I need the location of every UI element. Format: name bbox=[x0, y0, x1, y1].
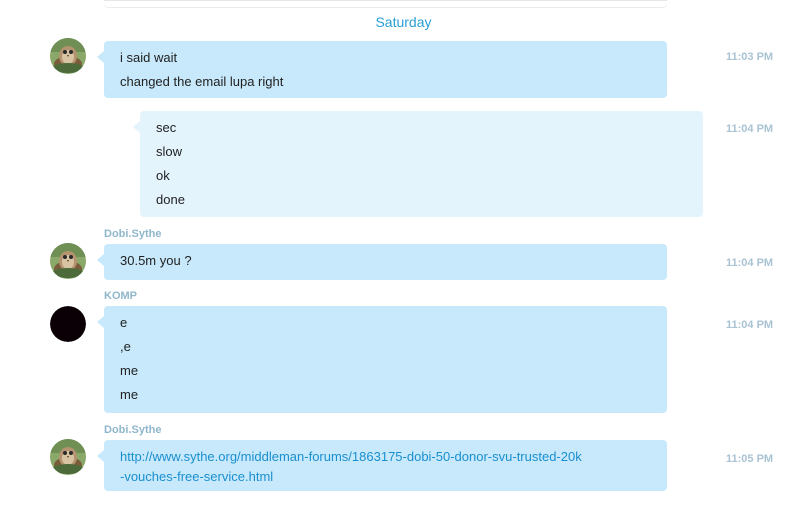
message-link[interactable]: http://www.sythe.org/middleman-forums/18… bbox=[120, 447, 651, 467]
message-text: me bbox=[120, 363, 139, 378]
message-text: i said wait bbox=[120, 50, 178, 65]
avatar-komp[interactable] bbox=[50, 306, 86, 342]
sender-name[interactable]: Dobi.Sythe bbox=[104, 424, 161, 436]
message-timestamp: 11:03 PM bbox=[726, 51, 774, 63]
chat-conversation: Saturday i said wait changed the email l… bbox=[0, 0, 807, 525]
avatar-dobi[interactable] bbox=[50, 439, 86, 475]
message-bubble[interactable]: sec slow ok done bbox=[133, 111, 703, 217]
sender-name[interactable]: KOMP bbox=[104, 290, 137, 302]
message-bubble[interactable]: i said wait changed the email lupa right bbox=[97, 41, 667, 98]
message-timestamp: 11:04 PM bbox=[726, 257, 774, 269]
message-text: e bbox=[120, 315, 128, 330]
message-bubble[interactable]: 30.5m you ? bbox=[97, 244, 667, 280]
message-bubble[interactable]: e ,e me me bbox=[97, 306, 667, 413]
sender-name[interactable]: Dobi.Sythe bbox=[104, 228, 161, 240]
message-text: ,e bbox=[120, 339, 131, 354]
message-text: changed the email lupa right bbox=[120, 74, 284, 89]
message-link[interactable]: -vouches-free-service.html bbox=[120, 467, 651, 487]
owl-avatar-icon bbox=[50, 439, 86, 475]
owl-avatar-icon bbox=[50, 38, 86, 74]
message-timestamp: 11:05 PM bbox=[726, 453, 774, 465]
previous-message-edge bbox=[104, 0, 667, 7]
owl-avatar-icon bbox=[50, 243, 86, 279]
message-text: ok bbox=[156, 168, 170, 183]
avatar-dobi[interactable] bbox=[50, 243, 86, 279]
message-timestamp: 11:04 PM bbox=[726, 319, 774, 331]
day-separator: Saturday bbox=[375, 14, 432, 30]
message-bubble[interactable]: http://www.sythe.org/middleman-forums/18… bbox=[97, 440, 667, 491]
avatar-dobi[interactable] bbox=[50, 38, 86, 74]
message-text: done bbox=[156, 192, 185, 207]
message-text: slow bbox=[156, 144, 183, 159]
message-text: sec bbox=[156, 120, 177, 135]
message-text: 30.5m you ? bbox=[120, 253, 192, 268]
black-circle-avatar-icon bbox=[50, 306, 86, 342]
message-timestamp: 11:04 PM bbox=[726, 123, 774, 135]
message-text: me bbox=[120, 387, 139, 402]
